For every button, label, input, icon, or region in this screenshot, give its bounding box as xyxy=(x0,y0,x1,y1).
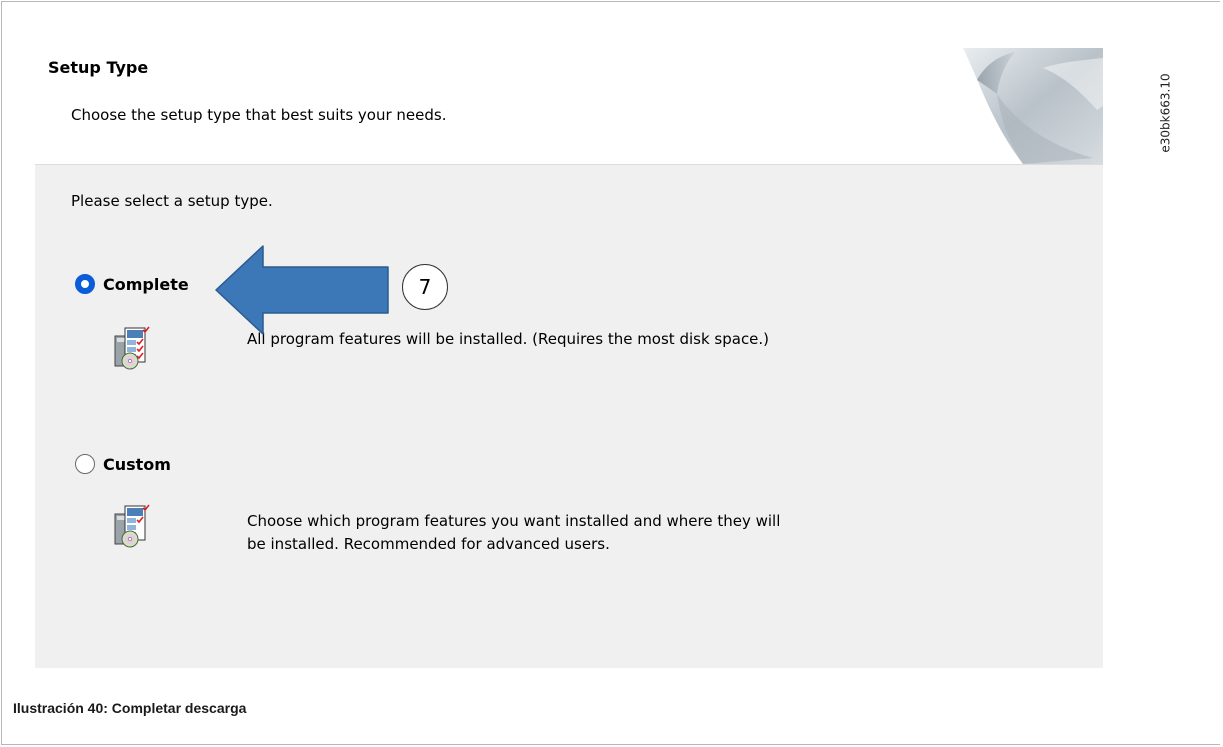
custom-description-line-2: be installed. Recommended for advanced u… xyxy=(247,535,610,553)
custom-description-line-1: Choose which program features you want i… xyxy=(247,512,781,530)
page-curl-icon xyxy=(963,48,1103,164)
header-divider xyxy=(35,164,1103,165)
figure-frame: Setup Type Choose the setup type that be… xyxy=(1,1,1220,745)
setup-complete-icon xyxy=(114,326,150,370)
figure-code: e30bk663.10 xyxy=(1154,58,1178,168)
dialog-header: Setup Type Choose the setup type that be… xyxy=(35,48,1103,164)
setup-type-dialog: Setup Type Choose the setup type that be… xyxy=(35,48,1103,668)
dialog-subtitle: Choose the setup type that best suits yo… xyxy=(71,106,447,124)
setup-prompt: Please select a setup type. xyxy=(71,192,273,210)
complete-radio[interactable] xyxy=(75,274,95,294)
figure-caption: Ilustración 40: Completar descarga xyxy=(13,700,247,716)
custom-radio[interactable] xyxy=(75,454,95,474)
custom-option[interactable]: Custom xyxy=(75,454,171,474)
custom-label: Custom xyxy=(103,454,171,474)
complete-label: Complete xyxy=(103,274,189,294)
figure-code-text: e30bk663.10 xyxy=(1159,73,1173,153)
setup-custom-icon xyxy=(114,504,150,548)
callout-number: 7 xyxy=(402,264,448,310)
dialog-title: Setup Type xyxy=(48,58,149,77)
callout-arrow-icon xyxy=(215,245,389,335)
custom-description: Choose which program features you want i… xyxy=(247,510,1007,556)
complete-option[interactable]: Complete xyxy=(75,274,189,294)
